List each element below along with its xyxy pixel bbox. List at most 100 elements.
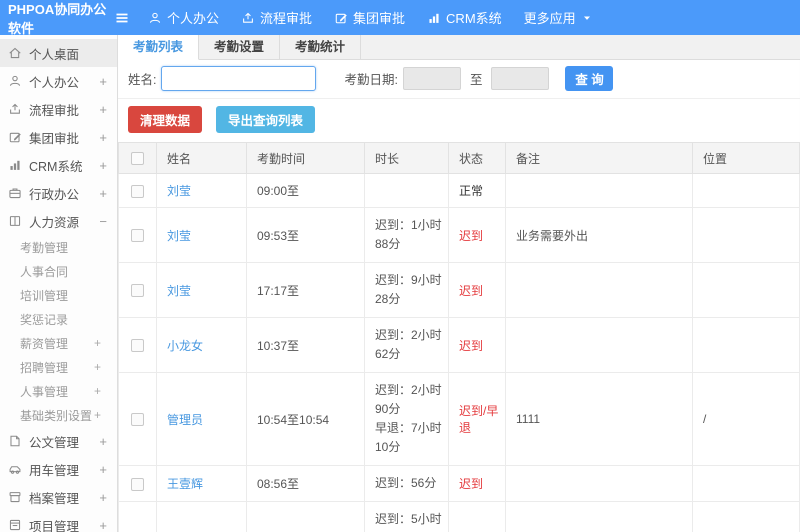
collapse-minus-icon[interactable]: − bbox=[99, 214, 107, 229]
employee-name-link[interactable]: 刘莹 bbox=[167, 229, 191, 243]
sidebar-item-label: 集团审批 bbox=[29, 131, 80, 146]
nav-item-group-approval[interactable]: 集团审批 bbox=[334, 8, 405, 27]
clean-data-button[interactable]: 清理数据 bbox=[128, 106, 203, 133]
expand-plus-icon[interactable]: + bbox=[99, 158, 107, 173]
header-status: 状态 bbox=[448, 141, 506, 175]
expand-plus-icon[interactable]: + bbox=[99, 490, 107, 505]
top-navbar: PHPOA协同办公软件 个人办公 流程审批 集团审批 CRM系统 更多应用 bbox=[0, 0, 800, 36]
expand-plus-icon[interactable]: + bbox=[94, 408, 101, 422]
attendance-time-cell: 08:56至 bbox=[246, 465, 365, 503]
expand-plus-icon[interactable]: + bbox=[99, 130, 107, 145]
attendance-time-cell: 13:20至13:20 bbox=[246, 501, 365, 532]
query-button[interactable]: 查 询 bbox=[565, 66, 614, 91]
sidebar-item-personal-office[interactable]: 个人办公 + bbox=[0, 67, 117, 95]
location-cell: / bbox=[692, 372, 800, 467]
nav-item-personal-office[interactable]: 个人办公 bbox=[148, 8, 219, 27]
location-cell bbox=[692, 173, 800, 209]
status-cell: 迟到 bbox=[448, 465, 506, 503]
date-to-input[interactable] bbox=[491, 67, 550, 90]
nav-item-crm[interactable]: CRM系统 bbox=[427, 8, 502, 27]
flow-arrow-icon bbox=[8, 102, 22, 116]
attendance-time-cell: 10:54至10:54 bbox=[246, 372, 365, 467]
name-search-input[interactable] bbox=[161, 66, 317, 91]
location-cell bbox=[692, 207, 800, 264]
sidebar-item-official-docs[interactable]: 公文管理 + bbox=[0, 427, 117, 455]
sidebar-subitem-label: 薪资管理 bbox=[20, 336, 69, 351]
duration-line1: 迟到：5小时33分 bbox=[375, 512, 442, 532]
employee-name-link[interactable]: 管理员 bbox=[167, 413, 203, 427]
duration-cell: 迟到：2小时62分 bbox=[364, 317, 449, 374]
edit-icon bbox=[334, 11, 348, 25]
expand-plus-icon[interactable]: + bbox=[94, 384, 101, 398]
sidebar-subitem-rewards[interactable]: 奖惩记录 bbox=[0, 307, 117, 331]
table-row: 王壹辉 08:56至 迟到：56分 迟到 bbox=[118, 465, 800, 503]
sidebar-item-group-approval[interactable]: 集团审批 + bbox=[0, 123, 117, 151]
flow-arrow-icon bbox=[241, 11, 255, 25]
attendance-date-label: 考勤日期: bbox=[344, 73, 398, 87]
employee-name-link[interactable]: 刘莹 bbox=[167, 184, 191, 198]
location-cell bbox=[692, 465, 800, 503]
sidebar-item-archives[interactable]: 档案管理 + bbox=[0, 483, 117, 511]
sidebar-subitem-salary[interactable]: 薪资管理 + bbox=[0, 331, 117, 355]
expand-plus-icon[interactable]: + bbox=[99, 434, 107, 449]
sidebar-subitem-attendance[interactable]: 考勤管理 bbox=[0, 235, 117, 259]
employee-name-link[interactable]: 小龙女 bbox=[167, 339, 203, 353]
navbar-menu: 个人办公 流程审批 集团审批 CRM系统 更多应用 bbox=[148, 8, 593, 27]
tab-attendance-list[interactable]: 考勤列表 bbox=[118, 35, 200, 60]
expand-plus-icon[interactable]: + bbox=[94, 360, 101, 374]
row-checkbox[interactable] bbox=[131, 477, 144, 491]
row-checkbox[interactable] bbox=[131, 184, 144, 198]
status-cell: 迟到/早退 bbox=[448, 372, 506, 467]
sidebar-subitem-base-category[interactable]: 基础类别设置 + bbox=[0, 403, 117, 427]
expand-plus-icon[interactable]: + bbox=[99, 102, 107, 117]
hamburger-menu-icon[interactable] bbox=[114, 9, 132, 27]
sidebar-item-crm[interactable]: CRM系统 + bbox=[0, 151, 117, 179]
sidebar-subitem-training[interactable]: 培训管理 bbox=[0, 283, 117, 307]
sidebar-subitem-hr-contract[interactable]: 人事合同 bbox=[0, 259, 117, 283]
table-header-row: 姓名 考勤时间 时长 状态 备注 位置 bbox=[118, 141, 800, 175]
sidebar-subitem-label: 奖惩记录 bbox=[20, 312, 69, 327]
attendance-time-cell: 17:17至 bbox=[246, 262, 365, 319]
remark-cell bbox=[505, 317, 693, 374]
employee-name-link[interactable]: 刘莹 bbox=[167, 284, 191, 298]
sidebar-subitem-personnel[interactable]: 人事管理 + bbox=[0, 379, 117, 403]
row-checkbox[interactable] bbox=[131, 413, 144, 427]
duration-line1: 迟到：2小时90分 bbox=[375, 383, 442, 417]
sidebar-subitem-recruiting[interactable]: 招聘管理 + bbox=[0, 355, 117, 379]
nav-item-label: 个人办公 bbox=[167, 11, 220, 26]
sidebar-item-label: 个人办公 bbox=[29, 75, 80, 90]
header-remark: 备注 bbox=[505, 141, 693, 175]
document-icon bbox=[8, 434, 22, 448]
expand-plus-icon[interactable]: + bbox=[94, 336, 101, 350]
date-from-input[interactable] bbox=[402, 67, 461, 90]
sidebar-item-label: 公文管理 bbox=[29, 435, 80, 450]
row-checkbox[interactable] bbox=[131, 339, 144, 353]
table-row: 小龙女 10:37至 迟到：2小时62分 迟到 bbox=[118, 317, 800, 374]
nav-item-workflow-approval[interactable]: 流程审批 bbox=[241, 8, 312, 27]
sidebar-item-admin-office[interactable]: 行政办公 + bbox=[0, 179, 117, 207]
row-checkbox[interactable] bbox=[131, 284, 144, 298]
expand-plus-icon[interactable]: + bbox=[99, 518, 107, 532]
tab-attendance-statistics[interactable]: 考勤统计 bbox=[280, 35, 362, 59]
expand-plus-icon[interactable]: + bbox=[99, 462, 107, 477]
select-all-checkbox[interactable] bbox=[131, 152, 144, 166]
sidebar-item-vehicle-management[interactable]: 用车管理 + bbox=[0, 455, 117, 483]
row-checkbox[interactable] bbox=[131, 229, 144, 243]
export-list-button[interactable]: 导出查询列表 bbox=[216, 106, 316, 133]
sidebar: 个人桌面 个人办公 + 流程审批 + 集团审批 + CRM系统 + 行政办公 + bbox=[0, 35, 118, 532]
expand-plus-icon[interactable]: + bbox=[99, 186, 107, 201]
user-icon bbox=[8, 74, 22, 88]
employee-name-link[interactable]: 王壹辉 bbox=[167, 477, 203, 491]
sidebar-item-workflow-approval[interactable]: 流程审批 + bbox=[0, 95, 117, 123]
sidebar-item-projects[interactable]: 项目管理 + bbox=[0, 511, 117, 532]
nav-item-more-apps[interactable]: 更多应用 bbox=[524, 8, 593, 27]
duration-line1: 迟到：1小时88分 bbox=[375, 218, 442, 252]
user-icon bbox=[148, 11, 162, 25]
tab-attendance-settings[interactable]: 考勤设置 bbox=[199, 35, 281, 59]
expand-plus-icon[interactable]: + bbox=[99, 74, 107, 89]
car-icon bbox=[8, 462, 22, 476]
duration-line1: 迟到：56分 bbox=[375, 476, 437, 491]
sidebar-item-human-resources[interactable]: 人力资源 − bbox=[0, 207, 117, 235]
sidebar-item-personal-desktop[interactable]: 个人桌面 bbox=[0, 39, 117, 67]
header-name: 姓名 bbox=[156, 141, 247, 175]
